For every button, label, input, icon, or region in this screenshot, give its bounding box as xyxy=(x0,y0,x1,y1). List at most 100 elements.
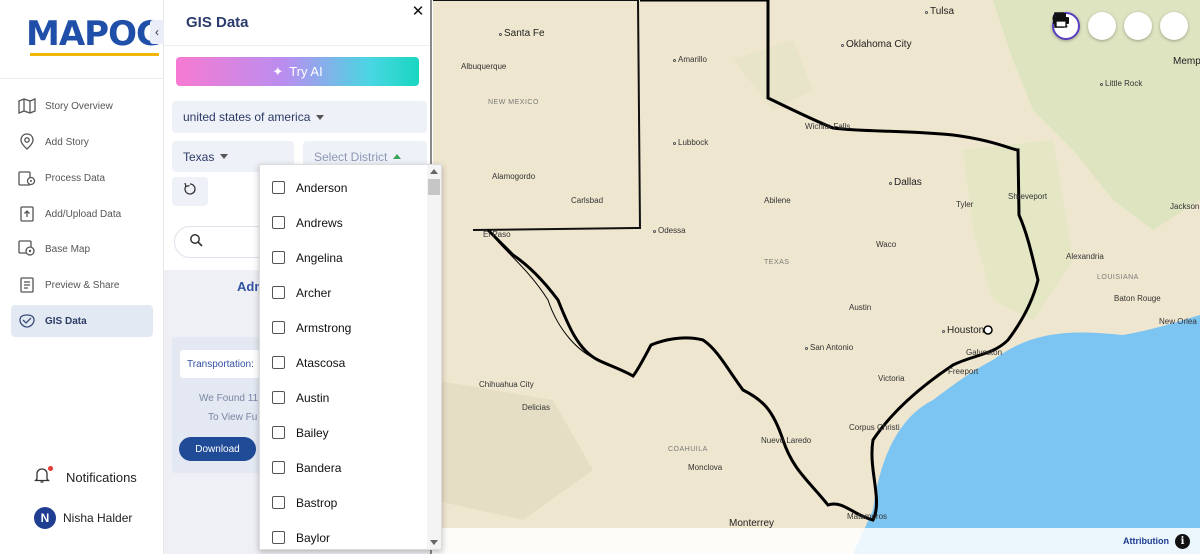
map-label-city: El Paso xyxy=(483,230,511,239)
map-search-button[interactable] xyxy=(1052,12,1116,40)
district-dropdown-list[interactable]: Anderson Andrews Angelina Archer Armstro… xyxy=(259,164,442,550)
avatar: N xyxy=(34,507,56,529)
close-panel-button[interactable]: ✕ xyxy=(410,2,426,20)
state-value: Texas xyxy=(183,149,215,164)
nav-item-gis-data[interactable]: GIS Data xyxy=(11,305,153,337)
option-checkbox[interactable] xyxy=(272,181,285,194)
map-label-region: LOUISIANA xyxy=(1097,274,1139,281)
option-checkbox[interactable] xyxy=(272,251,285,264)
map-label-city: Lubbock xyxy=(673,138,708,147)
search-icon xyxy=(189,233,203,252)
map-label-city: Waco xyxy=(876,240,897,249)
info-icon[interactable]: i xyxy=(1175,533,1190,549)
option-checkbox[interactable] xyxy=(272,216,285,229)
try-ai-button[interactable]: ✦ Try AI xyxy=(176,57,419,86)
location-pin-icon xyxy=(17,132,37,152)
map-label-city: New Orlea xyxy=(1159,317,1197,326)
option-label: Armstrong xyxy=(296,320,352,335)
attribution-link[interactable]: Attribution xyxy=(1123,536,1169,546)
sparkle-icon: ✦ xyxy=(272,63,284,79)
caret-down-icon xyxy=(316,114,325,120)
option-label: Baylor xyxy=(296,530,331,545)
view-full-text: To View Fu xyxy=(208,412,258,423)
logo-underline xyxy=(30,53,159,56)
scroll-up-icon[interactable] xyxy=(430,169,438,174)
option-label: Bandera xyxy=(296,460,342,475)
preview-icon xyxy=(17,275,37,295)
scroll-down-icon[interactable] xyxy=(430,540,438,545)
district-option[interactable]: Andrews xyxy=(260,205,428,240)
panel-divider xyxy=(164,45,430,46)
user-profile[interactable]: N Nisha Halder xyxy=(34,507,132,529)
option-label: Andrews xyxy=(296,215,343,230)
scrollbar-thumb[interactable] xyxy=(428,179,440,195)
nav-item-story-overview[interactable]: Story Overview xyxy=(11,90,153,122)
option-checkbox[interactable] xyxy=(272,531,285,544)
option-label: Atascosa xyxy=(296,355,346,370)
nav-item-label: Add Story xyxy=(45,136,89,148)
map-label-city: Victoria xyxy=(878,374,905,383)
option-checkbox[interactable] xyxy=(272,356,285,369)
option-checkbox[interactable] xyxy=(272,286,285,299)
map-label-city: Alexandria xyxy=(1066,252,1104,261)
map-label-city: Little Rock xyxy=(1100,79,1142,88)
collapse-panel-button[interactable]: ‹ xyxy=(150,20,164,44)
caret-down-icon xyxy=(220,154,229,159)
download-button[interactable]: Download xyxy=(179,437,256,461)
map-label-city: Chihuahua City xyxy=(479,380,534,389)
logo-text-map: MAP xyxy=(26,14,109,54)
district-option[interactable]: Anderson xyxy=(260,170,428,205)
district-option[interactable]: Bandera xyxy=(260,450,428,485)
nav-item-process-data[interactable]: Process Data xyxy=(11,162,153,194)
district-placeholder: Select District xyxy=(314,149,388,164)
mapog-logo[interactable]: MAPOG xyxy=(26,14,164,56)
map-label-city: Abilene xyxy=(764,196,791,205)
map-label-city: Albuquerque xyxy=(461,62,507,71)
nav-item-base-map[interactable]: Base Map xyxy=(11,233,153,265)
option-label: Austin xyxy=(296,390,330,405)
nav-item-add-story[interactable]: Add Story xyxy=(11,126,153,158)
refresh-icon xyxy=(183,182,197,201)
map-label-region: COAHUILA xyxy=(668,446,708,453)
nav-item-add-upload-data[interactable]: Add/Upload Data xyxy=(11,198,153,230)
district-option[interactable]: Archer xyxy=(260,275,428,310)
app-root: MAPOG ‹ Story Overview Add Story Process… xyxy=(0,0,1200,554)
option-label: Anderson xyxy=(296,180,348,195)
nav-item-label: Preview & Share xyxy=(45,279,120,291)
chevron-left-icon: ‹ xyxy=(155,25,159,39)
compare-button[interactable] xyxy=(1054,12,1152,40)
option-label: Archer xyxy=(296,285,332,300)
option-checkbox[interactable] xyxy=(272,426,285,439)
nav-item-label: Add/Upload Data xyxy=(45,208,122,220)
option-checkbox[interactable] xyxy=(272,391,285,404)
option-checkbox[interactable] xyxy=(272,321,285,334)
map-label-city: Matamoros xyxy=(847,512,888,521)
district-option[interactable]: Atascosa xyxy=(260,345,428,380)
option-checkbox[interactable] xyxy=(272,496,285,509)
map-label-city: Monclova xyxy=(688,463,723,472)
district-option[interactable]: Angelina xyxy=(260,240,428,275)
dropdown-scrollbar[interactable] xyxy=(427,165,441,549)
print-button[interactable] xyxy=(1053,12,1188,40)
country-value: united states of america xyxy=(183,110,311,124)
notifications-button[interactable]: Notifications xyxy=(33,466,137,489)
nav-divider xyxy=(0,78,164,79)
map-label-city: San Antonio xyxy=(805,343,853,352)
close-icon: ✕ xyxy=(411,3,425,20)
district-option[interactable]: Bailey xyxy=(260,415,428,450)
reset-button[interactable] xyxy=(172,177,208,206)
map-label-city: Tyler xyxy=(956,200,974,209)
map-canvas[interactable]: Tulsa Santa Fe Oklahoma City Memph Albuq… xyxy=(433,0,1200,554)
try-ai-label: Try AI xyxy=(289,64,323,79)
district-option[interactable]: Armstrong xyxy=(260,310,428,345)
option-label: Angelina xyxy=(296,250,343,265)
district-option[interactable]: Bastrop xyxy=(260,485,428,520)
notifications-label: Notifications xyxy=(66,470,137,485)
nav-item-preview-share[interactable]: Preview & Share xyxy=(11,269,153,301)
district-option[interactable]: Baylor xyxy=(260,520,428,549)
option-label: Bastrop xyxy=(296,495,338,510)
district-option[interactable]: Austin xyxy=(260,380,428,415)
option-checkbox[interactable] xyxy=(272,461,285,474)
nav-item-label: Process Data xyxy=(45,172,106,184)
country-select[interactable]: united states of america xyxy=(172,101,427,133)
